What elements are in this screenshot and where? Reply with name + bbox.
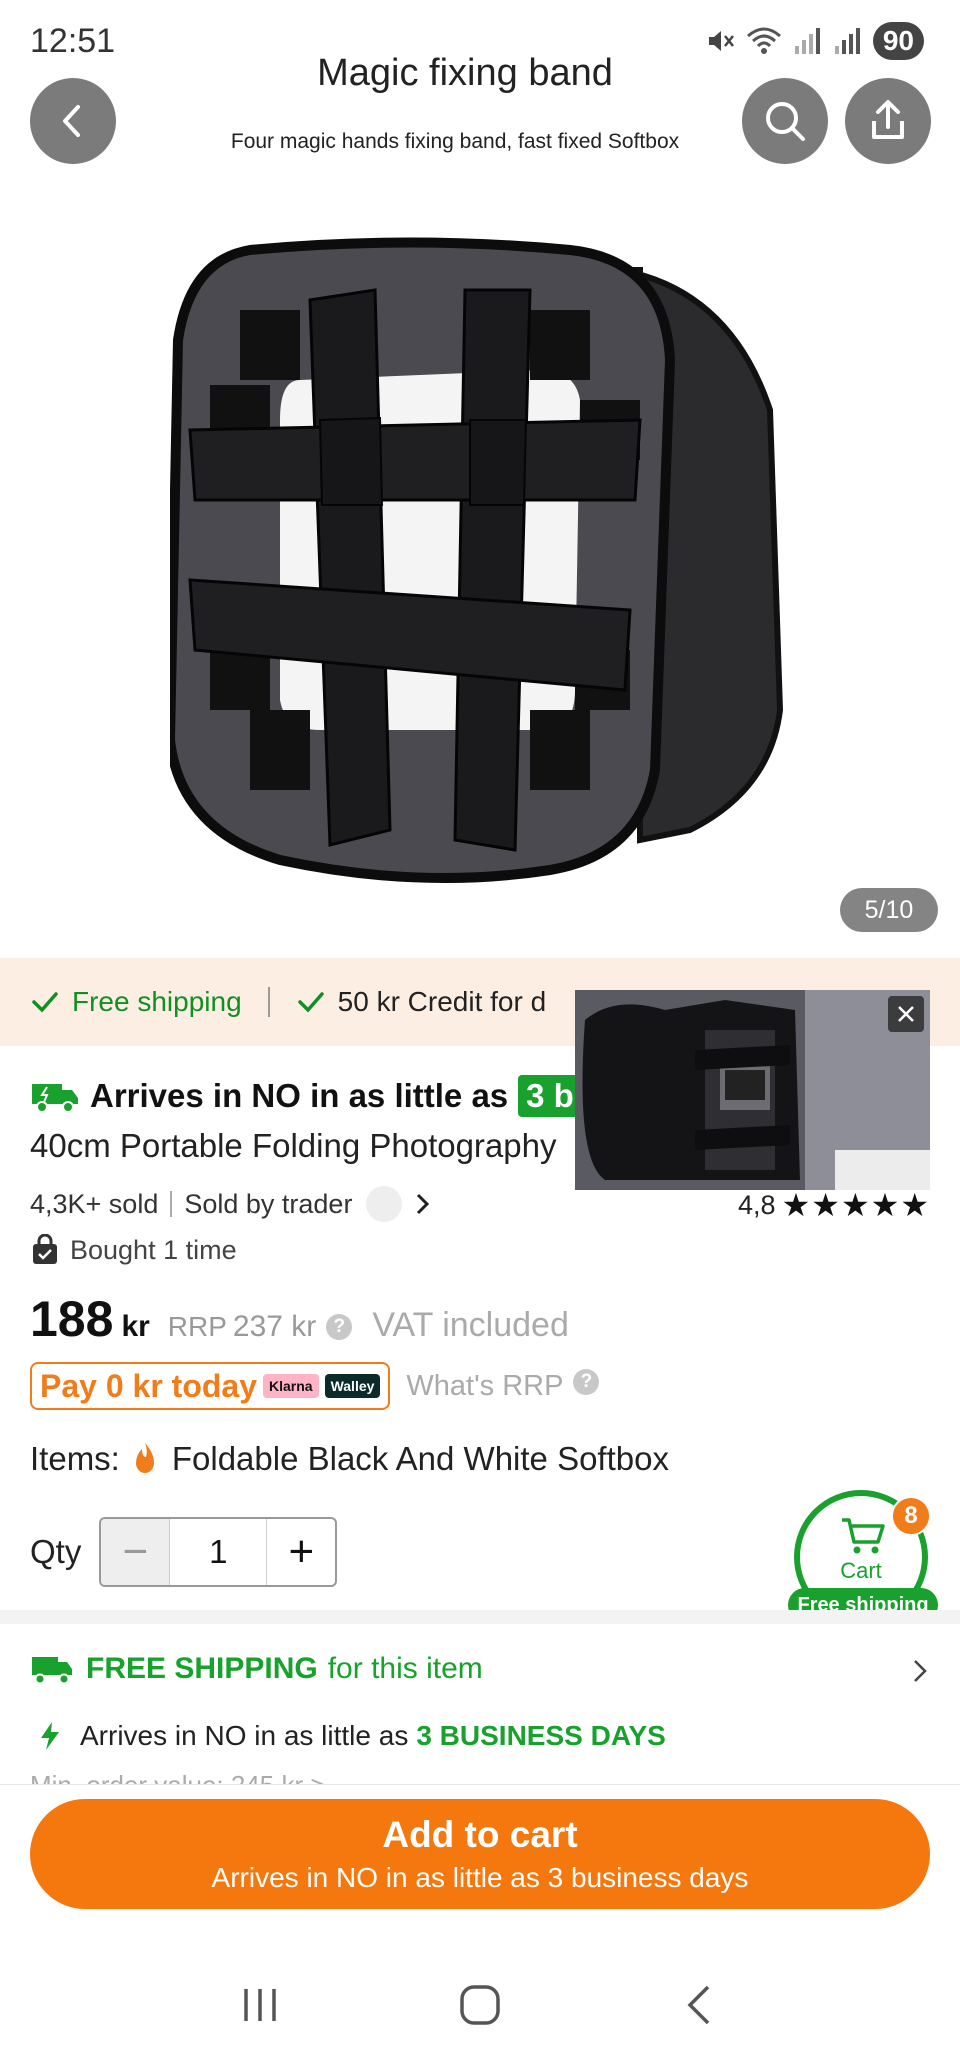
chevron-right-icon — [914, 1660, 927, 1682]
klarna-logo: Klarna — [263, 1374, 319, 1398]
pay-today-text: Pay 0 kr today — [40, 1367, 257, 1404]
check-icon — [32, 992, 58, 1013]
lightning-icon — [41, 1722, 59, 1750]
search-icon — [766, 102, 805, 141]
check-icon — [297, 992, 324, 1013]
items-label: Items: — [30, 1440, 120, 1477]
benefit-divider — [267, 987, 270, 1017]
rrp-value: 237 kr — [232, 1310, 317, 1343]
help-icon[interactable]: ? — [573, 1369, 600, 1395]
shipping-title-suffix: for this item — [327, 1652, 483, 1685]
add-to-cart-sublabel: Arrives in NO in as little as 3 business… — [211, 1862, 749, 1893]
seller-avatar[interactable] — [366, 1186, 403, 1222]
vat-label: VAT included — [372, 1306, 569, 1344]
product-title: 40cm Portable Folding Photography — [30, 1127, 557, 1164]
cart-count-badge: 8 — [891, 1496, 931, 1536]
wifi-icon — [746, 27, 781, 54]
video-preview[interactable] — [575, 990, 930, 1190]
benefit-credit: 50 kr Credit for d — [296, 986, 547, 1018]
cart-label: Cart — [840, 1558, 882, 1583]
price-row: 188 kr RRP 237 kr ? VAT included — [30, 1290, 569, 1348]
shipping-title: FREE SHIPPING — [86, 1652, 318, 1685]
recent-apps-icon[interactable] — [238, 1983, 282, 2027]
close-icon — [898, 1006, 914, 1022]
rating[interactable]: 4,8 ★★★★★ — [738, 1186, 930, 1224]
seller-link[interactable]: Sold by trader — [184, 1189, 352, 1220]
arrival-text: Arrives in NO in as little as — [90, 1077, 509, 1114]
status-bar: 12:51 90 — [0, 0, 960, 80]
purchase-history: Bought 1 time — [30, 1234, 237, 1266]
image-counter: 5/10 — [840, 888, 938, 932]
sold-count: 4,3K+ sold — [30, 1188, 159, 1219]
rating-value: 4,8 — [738, 1189, 776, 1220]
back-button[interactable] — [30, 78, 116, 164]
section-divider — [0, 1610, 960, 1624]
benefit-label: 50 kr Credit for d — [337, 986, 547, 1017]
sales-info: 4,3K+ sold Sold by trader — [30, 1186, 432, 1222]
shipping-row[interactable]: FREE SHIPPING for this item — [30, 1652, 930, 1686]
bought-text: Bought 1 time — [70, 1234, 237, 1265]
close-video-button[interactable] — [888, 996, 924, 1032]
whats-rrp-link[interactable]: What's RRP — [406, 1370, 563, 1403]
increase-quantity-button[interactable]: + — [267, 1519, 335, 1585]
arrival-tag: 3 b — [518, 1075, 582, 1117]
star-rating-icon: ★★★★★ — [781, 1187, 930, 1223]
battery-indicator: 90 — [872, 22, 924, 60]
arrival-headline: Arrives in NO in as little as 3 b — [30, 1075, 582, 1117]
price-currency: kr — [121, 1310, 150, 1343]
selected-variant: Foldable Black And White Softbox — [171, 1440, 669, 1477]
delivery-truck-icon — [32, 1657, 72, 1685]
back-icon[interactable] — [678, 1983, 722, 2027]
benefit-free-shipping: Free shipping — [30, 986, 242, 1018]
system-navigation-bar — [0, 1950, 960, 2059]
help-icon[interactable]: ? — [326, 1314, 353, 1340]
benefit-label: Free shipping — [72, 986, 242, 1017]
shipping-detail: Arrives in NO in as little as 3 BUSINESS… — [38, 1720, 666, 1752]
divider — [170, 1191, 173, 1217]
quantity-value[interactable]: 1 — [169, 1519, 268, 1585]
chevron-right-icon[interactable] — [412, 1191, 432, 1217]
search-button[interactable] — [742, 78, 828, 164]
floating-cart-button[interactable]: Cart 8 Free shipping — [788, 1490, 938, 1630]
flame-icon — [135, 1443, 154, 1473]
product-page: Magic fixing band Four magic hands fixin… — [0, 0, 960, 2059]
signal-icon — [794, 28, 820, 54]
mute-icon — [708, 31, 734, 51]
cart-icon — [842, 1518, 885, 1554]
home-icon[interactable] — [458, 1983, 502, 2027]
price-amount: 188 — [30, 1291, 114, 1347]
walley-logo: Walley — [324, 1374, 381, 1398]
payment-row: Pay 0 kr today Klarna Walley What's RRP … — [30, 1362, 600, 1410]
delivery-truck-icon — [32, 1084, 78, 1113]
share-icon — [872, 100, 904, 139]
quantity-row: Qty − 1 + — [30, 1517, 338, 1587]
add-to-cart-button[interactable]: Add to cart Arrives in NO in as little a… — [30, 1799, 930, 1909]
quantity-stepper[interactable]: − 1 + — [99, 1517, 338, 1587]
add-to-cart-label: Add to cart — [382, 1814, 578, 1855]
shipping-detail-highlight: 3 BUSINESS DAYS — [416, 1720, 666, 1751]
status-icons: 90 — [705, 22, 924, 60]
signal-icon — [834, 28, 860, 54]
chevron-left-icon — [63, 105, 80, 137]
pay-later-badge[interactable]: Pay 0 kr today Klarna Walley — [30, 1362, 391, 1410]
status-time: 12:51 — [30, 22, 116, 60]
product-image[interactable] — [170, 230, 800, 890]
shopping-bag-icon — [33, 1234, 57, 1264]
shipping-detail-text: Arrives in NO in as little as — [80, 1720, 409, 1751]
rrp-label: RRP — [167, 1311, 227, 1342]
decrease-quantity-button[interactable]: − — [101, 1519, 170, 1585]
video-thumbnail — [575, 990, 930, 1190]
qty-label: Qty — [30, 1533, 82, 1570]
share-button[interactable] — [845, 78, 931, 164]
variant-row[interactable]: Items: Foldable Black And White Softbox — [30, 1440, 669, 1478]
